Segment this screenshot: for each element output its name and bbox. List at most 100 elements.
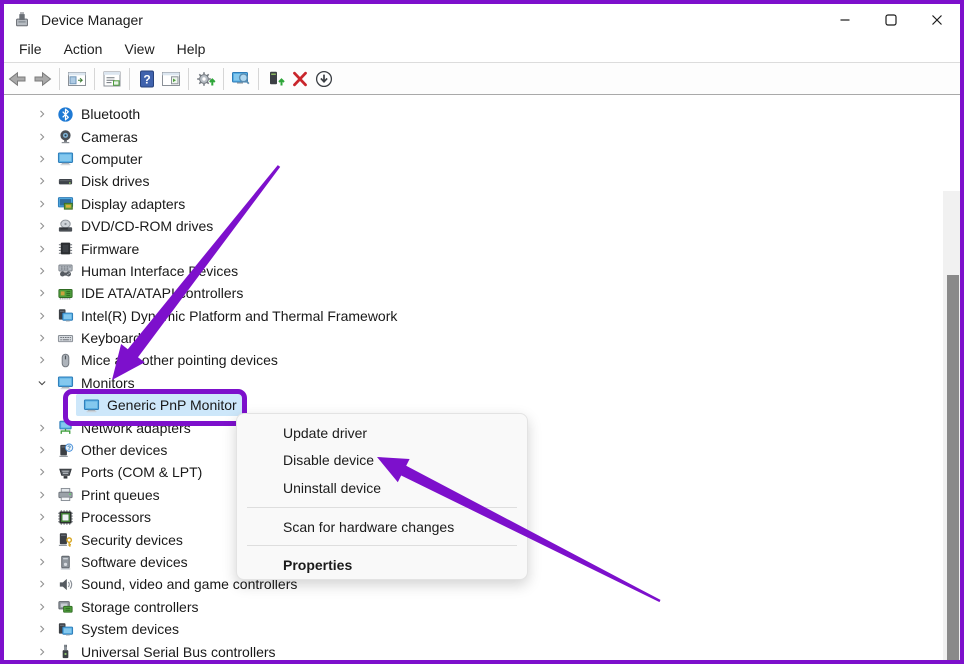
back-icon[interactable] <box>6 66 30 92</box>
tree-item-content[interactable]: DVD/CD-ROM drives <box>50 215 221 237</box>
chevron-right-icon[interactable] <box>34 285 50 301</box>
tree-item-content[interactable]: Keyboards <box>50 327 156 349</box>
chevron-right-icon[interactable] <box>34 330 50 346</box>
chevron-right-icon[interactable] <box>34 464 50 480</box>
tree-item-content[interactable]: Computer <box>50 148 150 170</box>
tree-item-content[interactable]: Network adapters <box>50 417 199 439</box>
chevron-right-icon[interactable] <box>34 196 50 212</box>
tree-item-content[interactable]: Disk drives <box>50 170 157 192</box>
forward-icon[interactable] <box>30 66 54 92</box>
chevron-right-icon[interactable] <box>34 442 50 458</box>
tree-item-content[interactable]: Processors <box>50 506 159 528</box>
tree-item[interactable]: Computer <box>4 148 960 170</box>
tree-item[interactable]: Mice and other pointing devices <box>4 349 960 371</box>
tree-item[interactable]: Display adapters <box>4 193 960 215</box>
menu-help[interactable]: Help <box>166 37 217 61</box>
tree-item-content[interactable]: Print queues <box>50 484 168 506</box>
disable-device-icon[interactable] <box>312 66 336 92</box>
tree-item[interactable]: System devices <box>4 618 960 640</box>
software-device-icon <box>56 553 74 571</box>
tree-item[interactable]: Bluetooth <box>4 103 960 125</box>
context-menu-item-uninstall-device[interactable]: Uninstall device <box>237 474 527 502</box>
context-menu-item-disable-device[interactable]: Disable device <box>237 447 527 475</box>
chevron-right-icon[interactable] <box>34 487 50 503</box>
tree-item-content[interactable]: Display adapters <box>50 193 193 215</box>
menu-view[interactable]: View <box>113 37 165 61</box>
tree-item-content[interactable]: Mice and other pointing devices <box>50 349 286 371</box>
chevron-right-icon[interactable] <box>34 420 50 436</box>
tree-item-content[interactable]: Cameras <box>50 126 146 148</box>
chevron-right-icon[interactable] <box>34 308 50 324</box>
chevron-right-icon[interactable] <box>34 263 50 279</box>
maximize-button[interactable] <box>868 4 914 35</box>
tree-item[interactable]: Firmware <box>4 237 960 259</box>
tree-item[interactable]: Universal Serial Bus controllers <box>4 640 960 660</box>
context-menu-item-update-driver[interactable]: Update driver <box>237 419 527 447</box>
tree-item-content[interactable]: Security devices <box>50 529 191 551</box>
chevron-right-icon[interactable] <box>34 352 50 368</box>
menu-action[interactable]: Action <box>53 37 114 61</box>
tree-item-content[interactable]: Bluetooth <box>50 103 148 125</box>
tree-item[interactable]: IDE ATA/ATAPI controllers <box>4 282 960 304</box>
tree-item-content[interactable]: Universal Serial Bus controllers <box>50 641 284 660</box>
tree-item-content[interactable]: Firmware <box>50 238 147 260</box>
context-menu-item-properties[interactable]: Properties <box>237 551 527 579</box>
tree-item-content[interactable]: Software devices <box>50 551 196 573</box>
tree-item-content[interactable]: ?Other devices <box>50 439 175 461</box>
chevron-right-icon[interactable] <box>34 554 50 570</box>
action-pane-icon[interactable] <box>159 66 183 92</box>
tree-item-content[interactable]: Ports (COM & LPT) <box>50 461 210 483</box>
tree-item-content[interactable]: Human Interface Devices <box>50 260 246 282</box>
tree-item-label: Other devices <box>81 442 167 458</box>
tree-item-content[interactable]: Generic PnP Monitor <box>76 394 245 416</box>
help-icon[interactable]: ? <box>135 66 159 92</box>
tree-item[interactable]: Monitors <box>4 372 960 394</box>
install-device-icon[interactable] <box>264 66 288 92</box>
close-button[interactable] <box>914 4 960 35</box>
chevron-right-icon[interactable] <box>34 644 50 660</box>
window-controls <box>822 4 960 35</box>
scan-hardware-icon[interactable] <box>229 66 253 92</box>
tree-item-content[interactable]: System devices <box>50 618 187 640</box>
chevron-right-icon[interactable] <box>34 151 50 167</box>
menu-file[interactable]: File <box>8 37 53 61</box>
chevron-down-icon[interactable] <box>34 375 50 391</box>
tree-item-label: Keyboards <box>81 330 148 346</box>
uninstall-device-icon[interactable] <box>288 66 312 92</box>
chevron-right-icon[interactable] <box>34 106 50 122</box>
properties-icon[interactable] <box>100 66 124 92</box>
tree-item[interactable]: Cameras <box>4 125 960 147</box>
chevron-right-icon[interactable] <box>34 599 50 615</box>
tree-item-content[interactable]: Storage controllers <box>50 596 207 618</box>
mouse-icon <box>56 351 74 369</box>
tree-item-content[interactable]: Intel(R) Dynamic Platform and Thermal Fr… <box>50 305 405 327</box>
context-menu-item-scan-for-hardware-changes[interactable]: Scan for hardware changes <box>237 513 527 541</box>
monitor-icon <box>82 396 100 414</box>
tree-item-label: Mice and other pointing devices <box>81 352 278 368</box>
update-driver-icon[interactable] <box>194 66 218 92</box>
vertical-scrollbar[interactable] <box>943 191 960 660</box>
chevron-right-icon[interactable] <box>34 532 50 548</box>
chevron-right-icon[interactable] <box>34 218 50 234</box>
chevron-right-icon[interactable] <box>34 173 50 189</box>
keyboard-icon <box>56 329 74 347</box>
hid-icon <box>56 262 74 280</box>
tree-item-label: Generic PnP Monitor <box>107 397 237 413</box>
chevron-right-icon[interactable] <box>34 241 50 257</box>
chevron-right-icon[interactable] <box>34 576 50 592</box>
chevron-right-icon[interactable] <box>34 621 50 637</box>
tree-item[interactable]: Disk drives <box>4 170 960 192</box>
minimize-button[interactable] <box>822 4 868 35</box>
menu-bar: FileActionViewHelp <box>4 35 960 63</box>
scrollbar-thumb[interactable] <box>947 275 959 660</box>
chevron-right-icon[interactable] <box>34 129 50 145</box>
chevron-right-icon[interactable] <box>34 509 50 525</box>
tree-item[interactable]: Human Interface Devices <box>4 260 960 282</box>
tree-item-content[interactable]: Monitors <box>50 372 143 394</box>
tree-item[interactable]: DVD/CD-ROM drives <box>4 215 960 237</box>
tree-item[interactable]: Keyboards <box>4 327 960 349</box>
tree-item[interactable]: Intel(R) Dynamic Platform and Thermal Fr… <box>4 305 960 327</box>
tree-item-content[interactable]: IDE ATA/ATAPI controllers <box>50 282 251 304</box>
console-tree-icon[interactable] <box>65 66 89 92</box>
tree-item[interactable]: Storage controllers <box>4 596 960 618</box>
